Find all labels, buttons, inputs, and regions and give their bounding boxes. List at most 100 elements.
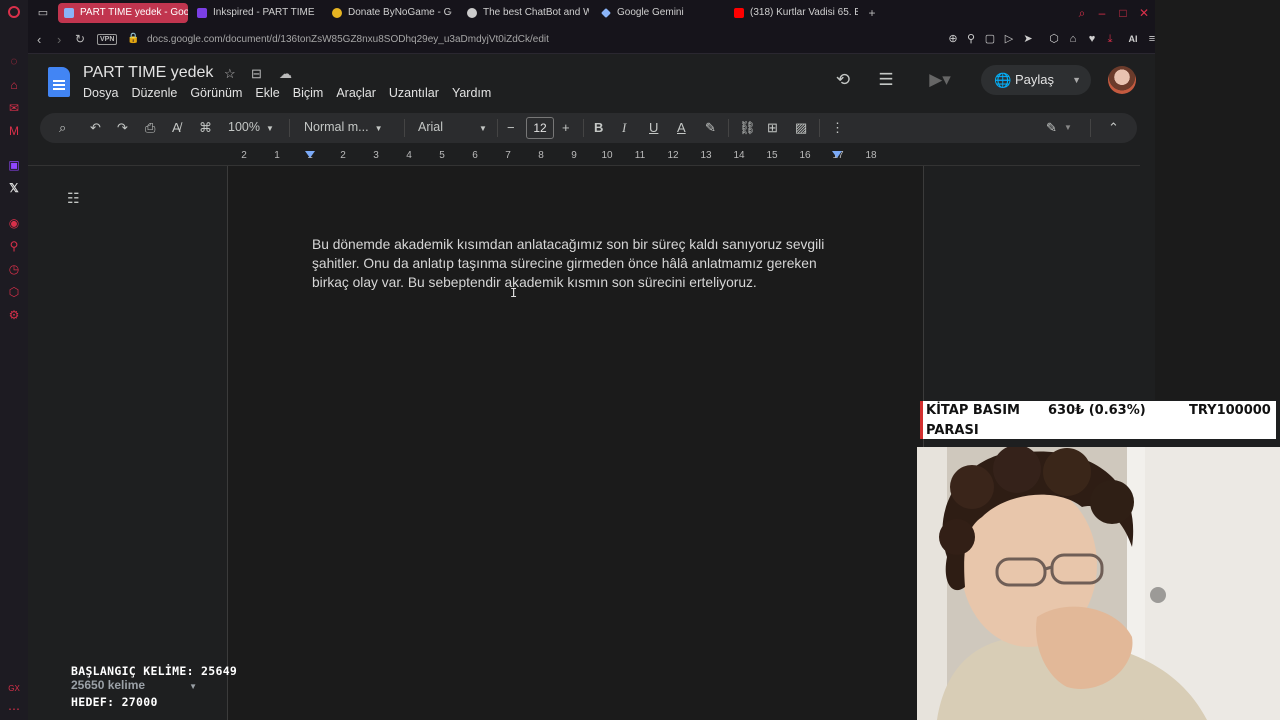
menu-insert[interactable]: Ekle [255, 86, 279, 102]
menu-view[interactable]: Görünüm [190, 86, 242, 102]
banner-amount: 630₺ (0.63%) [1048, 403, 1146, 418]
ruler-tick-label: 13 [700, 150, 712, 161]
highlight-icon[interactable]: ✎ [705, 120, 716, 136]
menu-help[interactable]: Yardım [452, 86, 491, 102]
word-count-badge[interactable]: 25650 kelime ▼ [71, 678, 197, 692]
font-size-input[interactable]: 12 [526, 117, 554, 139]
tab-inkspired[interactable]: Inkspired - PART TIME [191, 3, 321, 23]
insert-link-icon[interactable]: ⛓ [739, 120, 756, 136]
style-select[interactable]: Normal m... ▼ [304, 120, 383, 134]
google-docs-logo-icon[interactable] [48, 67, 70, 97]
add-comment-icon[interactable]: ⊞ [767, 120, 778, 136]
left-indent-marker[interactable] [305, 151, 315, 159]
new-tab-icon[interactable]: + [865, 6, 879, 20]
increase-font-size-icon[interactable]: + [562, 120, 570, 136]
heart-icon[interactable]: ♥ [1086, 33, 1098, 45]
tab-youtube[interactable]: (318) Kurtlar Vadisi 65. Bö [728, 3, 858, 23]
version-history-icon[interactable]: ⟲ [832, 69, 854, 91]
chevron-down-icon: ▼ [189, 682, 197, 691]
tab-overview-icon[interactable]: ▭ [37, 7, 49, 19]
menu-tools[interactable]: Araçlar [336, 86, 376, 102]
play-icon[interactable]: ▷ [1003, 33, 1015, 45]
ruler-tick-label: 15 [766, 150, 778, 161]
menu-extensions[interactable]: Uzantılar [389, 86, 439, 102]
font-select[interactable]: Arial ▼ [418, 120, 487, 134]
tab-gemini[interactable]: Google Gemini [595, 3, 715, 23]
snapshot-icon[interactable]: ▢ [984, 33, 996, 45]
reload-icon[interactable]: ↻ [75, 32, 85, 46]
zoom-select[interactable]: 100% ▼ [228, 120, 274, 134]
back-icon[interactable]: ‹ [37, 32, 41, 47]
right-indent-marker[interactable] [832, 151, 842, 159]
pin-icon[interactable]: ⚲ [7, 239, 21, 253]
gx-icon[interactable]: GX [7, 682, 21, 696]
aria-icon[interactable]: ◌ [7, 54, 21, 68]
shopping-icon[interactable]: ⌂ [7, 78, 21, 92]
minimize-icon[interactable]: – [1095, 6, 1109, 20]
cloud-saved-icon[interactable]: ☁ [279, 66, 292, 82]
document-outline-icon[interactable]: ☷ [67, 190, 80, 207]
share-button[interactable]: 🌐 Paylaş ▼ [981, 65, 1091, 95]
send-icon[interactable]: ➤ [1022, 33, 1034, 45]
editing-mode-icon[interactable]: ✎ [1046, 120, 1057, 136]
menu-edit[interactable]: Düzenle [131, 86, 177, 102]
ruler-tick-label: 16 [799, 150, 811, 161]
tab-chatgpt[interactable]: The best ChatBot and Wr [461, 3, 589, 23]
avatar[interactable] [1108, 66, 1136, 94]
bold-icon[interactable]: B [594, 120, 603, 136]
menu-file[interactable]: Dosya [83, 86, 118, 102]
undo-icon[interactable]: ↶ [90, 120, 101, 136]
divider [728, 119, 729, 137]
italic-icon[interactable]: I [622, 120, 626, 136]
document-title[interactable]: PART TIME yedek [83, 64, 213, 82]
maximize-icon[interactable]: □ [1116, 6, 1130, 20]
tab-docs[interactable]: PART TIME yedek - Google [58, 3, 188, 23]
paint-format-icon[interactable]: ⌘ [199, 120, 212, 136]
redo-icon[interactable]: ↷ [117, 120, 128, 136]
zoom-icon[interactable]: ⊕ [947, 33, 959, 45]
gmail-icon[interactable]: M [7, 124, 21, 138]
document-page[interactable]: Bu dönemde akademik kısımdan anlatacağım… [227, 166, 924, 720]
extension-b-icon[interactable]: ⌂ [1067, 33, 1079, 45]
more-options-icon[interactable]: ⋮ [831, 120, 844, 136]
text-color-icon[interactable]: A [677, 120, 686, 136]
ruler-tick-label: 9 [571, 150, 577, 161]
ai-button[interactable]: AI [1121, 33, 1145, 45]
more-icon[interactable]: ⋯ [7, 702, 21, 716]
history-icon[interactable]: ◷ [7, 262, 21, 276]
lock-icon[interactable]: 🔒 [127, 33, 139, 44]
url-field[interactable]: docs.google.com/document/d/136tonZsW85GZ… [147, 34, 549, 45]
print-icon[interactable]: ⎙ [145, 120, 155, 136]
decrease-font-size-icon[interactable]: − [507, 120, 515, 136]
extensions-icon[interactable]: ⬡ [7, 285, 21, 299]
forward-icon[interactable]: › [57, 32, 61, 47]
target-word-count: HEDEF: 27000 [71, 695, 158, 709]
comments-icon[interactable]: ☰ [875, 69, 897, 91]
underline-icon[interactable]: U [649, 120, 658, 136]
star-icon[interactable]: ☆ [224, 66, 236, 82]
x-twitter-icon[interactable]: 𝕏 [7, 181, 21, 195]
pin-page-icon[interactable]: ⚲ [965, 33, 977, 45]
player-icon[interactable]: ◉ [7, 216, 21, 230]
spellcheck-icon[interactable]: A̸ [172, 120, 181, 136]
search-tabs-icon[interactable]: ⌕ [1075, 6, 1089, 20]
search-menus-icon[interactable]: ⌕ [59, 120, 66, 136]
twitch-icon[interactable]: ▣ [7, 158, 21, 172]
settings-icon[interactable]: ⚙ [7, 308, 21, 322]
insert-image-icon[interactable]: ▨ [795, 120, 807, 136]
hide-menus-icon[interactable]: ⌃ [1108, 120, 1119, 136]
menu-format[interactable]: Biçim [293, 86, 324, 102]
vpn-badge[interactable]: VPN [97, 34, 118, 45]
meet-icon[interactable]: ▶▾ [923, 69, 957, 91]
move-folder-icon[interactable]: ⊟ [251, 66, 262, 82]
document-body-text[interactable]: Bu dönemde akademik kısımdan anlatacağım… [312, 235, 842, 292]
messenger-icon[interactable]: ✉ [7, 101, 21, 115]
tab-bynogame[interactable]: Donate ByNoGame - Gele [326, 3, 452, 23]
opera-logo-icon[interactable] [8, 6, 20, 18]
close-icon[interactable]: ✕ [1137, 6, 1151, 20]
chevron-down-icon[interactable]: ▼ [1064, 120, 1072, 136]
download-icon[interactable]: ⤓ [1104, 33, 1116, 45]
ruler-tick-label: 1 [274, 150, 280, 161]
ruler-tick-label: 18 [865, 150, 877, 161]
extension-a-icon[interactable]: ⬡ [1048, 33, 1060, 45]
